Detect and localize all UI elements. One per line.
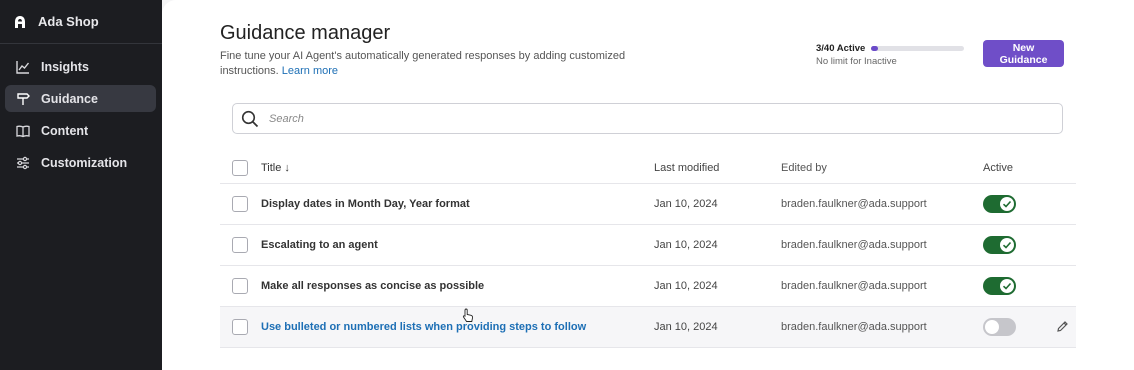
toggle-knob [1000, 279, 1014, 293]
table-row[interactable]: Use bulleted or numbered lists when prov… [220, 307, 1076, 348]
edited-by-email: braden.faulkner@ada.support [781, 321, 927, 333]
edited-by-email: braden.faulkner@ada.support [781, 239, 927, 251]
mouse-pointer-icon [462, 308, 474, 322]
column-header-edited-by[interactable]: Edited by [781, 162, 983, 174]
sidebar-item-insights[interactable]: Insights [5, 53, 156, 80]
workspace-switcher[interactable]: Ada Shop [0, 0, 162, 44]
sidebar-item-label: Insights [41, 59, 89, 74]
guidance-title[interactable]: Display dates in Month Day, Year format [261, 198, 654, 210]
search-box [232, 103, 1063, 134]
usage-progress-fill [871, 46, 879, 51]
main-panel: Guidance manager Fine tune your AI Agent… [162, 0, 1134, 370]
sidebar-nav: Insights Guidance Content Customization [0, 44, 162, 176]
check-icon [1002, 200, 1012, 208]
active-toggle[interactable] [983, 236, 1016, 254]
table-row[interactable]: Escalating to an agent Jan 10, 2024 brad… [220, 225, 1076, 266]
sliders-icon [15, 155, 31, 171]
guidance-title[interactable]: Escalating to an agent [261, 239, 654, 251]
search-icon [241, 110, 259, 127]
select-all-checkbox[interactable] [232, 159, 248, 176]
table-row[interactable]: Display dates in Month Day, Year format … [220, 184, 1076, 225]
book-icon [15, 123, 31, 139]
sidebar-item-label: Customization [41, 155, 128, 170]
last-modified-date: Jan 10, 2024 [654, 280, 718, 292]
column-header-active[interactable]: Active [983, 162, 1043, 174]
signpost-icon [15, 91, 31, 107]
guidance-title[interactable]: Make all responses as concise as possibl… [261, 280, 654, 292]
edited-by-email: braden.faulkner@ada.support [781, 198, 927, 210]
row-checkbox[interactable] [232, 196, 248, 212]
last-modified-date: Jan 10, 2024 [654, 321, 718, 333]
usage-label: 3/40 Active [816, 43, 866, 54]
column-header-title[interactable]: Title ↓ [261, 162, 654, 174]
brand-name: Ada Shop [38, 14, 99, 29]
guidance-title[interactable]: Use bulleted or numbered lists when prov… [261, 321, 654, 333]
last-modified-date: Jan 10, 2024 [654, 198, 718, 210]
sidebar-item-label: Guidance [41, 91, 98, 106]
sidebar-item-label: Content [41, 123, 89, 138]
active-toggle[interactable] [983, 195, 1016, 213]
chart-line-icon [15, 59, 31, 75]
description-text: Fine tune your AI Agent's automatically … [220, 50, 626, 77]
active-usage-meter: 3/40 Active No limit for Inactive [816, 43, 965, 67]
page-description: Fine tune your AI Agent's automatically … [220, 49, 640, 79]
sidebar: Ada Shop Insights Guidance Content Custo… [0, 0, 162, 370]
toggle-knob [1000, 238, 1014, 252]
ada-logo-icon [15, 15, 25, 28]
table-row[interactable]: Make all responses as concise as possibl… [220, 266, 1076, 307]
column-header-last-modified[interactable]: Last modified [654, 162, 781, 174]
page-title: Guidance manager [220, 22, 391, 44]
toggle-knob [1000, 197, 1014, 211]
check-icon [1002, 282, 1012, 290]
active-toggle[interactable] [983, 277, 1016, 295]
table-header-row: Title ↓ Last modified Edited by Active [220, 152, 1076, 184]
row-checkbox[interactable] [232, 278, 248, 294]
learn-more-link[interactable]: Learn more [282, 65, 338, 77]
toggle-knob [985, 320, 999, 334]
search-input[interactable] [267, 111, 1031, 126]
sidebar-item-guidance[interactable]: Guidance [5, 85, 156, 112]
edited-by-email: braden.faulkner@ada.support [781, 280, 927, 292]
usage-progress-bar [871, 46, 965, 51]
new-guidance-button[interactable]: New Guidance [983, 40, 1064, 67]
usage-sublabel: No limit for Inactive [816, 56, 897, 67]
guidance-table: Title ↓ Last modified Edited by Active D… [220, 152, 1076, 348]
row-checkbox[interactable] [232, 237, 248, 253]
pencil-icon[interactable] [1056, 320, 1069, 333]
last-modified-date: Jan 10, 2024 [654, 239, 718, 251]
active-toggle[interactable] [983, 318, 1016, 336]
row-checkbox[interactable] [232, 319, 248, 335]
sidebar-item-content[interactable]: Content [5, 117, 156, 144]
check-icon [1002, 241, 1012, 249]
sidebar-item-customization[interactable]: Customization [5, 149, 156, 176]
